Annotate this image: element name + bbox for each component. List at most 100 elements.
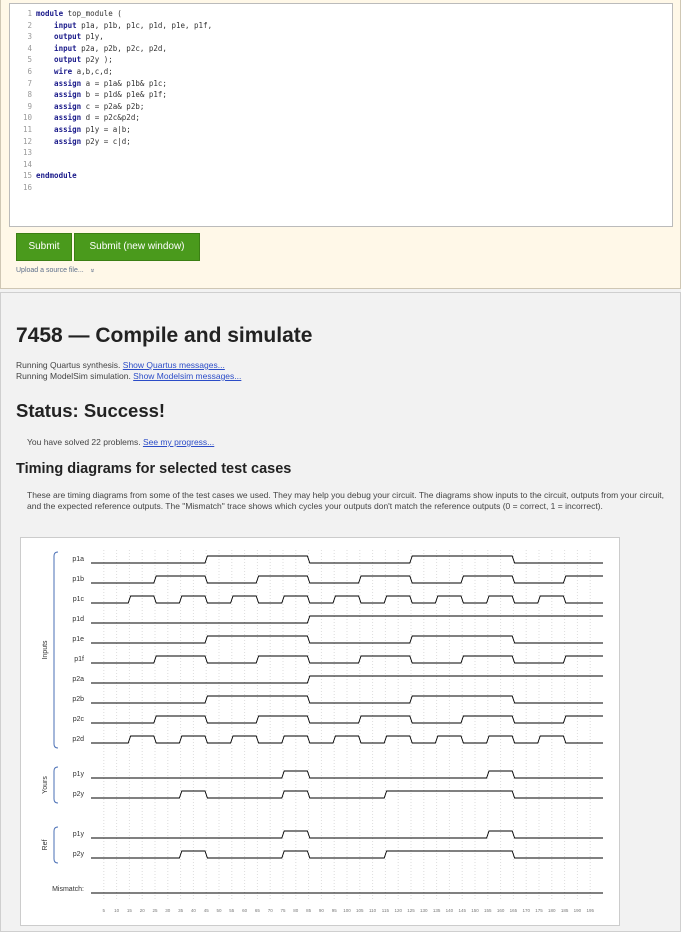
solved-line: You have solved 22 problems. See my prog… [27,437,214,447]
x-tick-label: 70 [268,908,274,913]
code-keyword: input [36,20,77,30]
trace-label: p2y [73,851,85,858]
group-label: Yours [42,776,49,794]
x-tick-label: 20 [140,908,146,913]
show-quartus-link[interactable]: Show Quartus messages... [123,360,225,370]
upload-source-link[interactable]: Upload a source file... » [16,267,96,274]
x-tick-label: 105 [356,908,364,913]
results-title: 7458 — Compile and simulate [16,324,313,347]
timing-diagram-svg: 5 10 15 20 25 30 35 40 45 50 55 60 65 70 75 80 85 90 95 100… [42,550,603,913]
x-tick-label: 195 [586,908,594,913]
code-keyword: endmodule [36,171,77,181]
x-tick-label: 25 [152,908,158,913]
line-number: 12 [22,136,32,146]
x-tick-label: 15 [127,908,133,913]
code-text: a = p1a& p1b& p1c; [81,78,167,88]
code-line: 10 assign d = p2c&p2d; [10,112,672,124]
code-text: p1y, [81,32,104,42]
group-label: Ref [42,840,49,851]
code-keyword: assign [36,90,82,100]
x-tick-label: 95 [332,908,338,913]
status-heading: Status: Success! [16,400,166,421]
code-line: 8 assign b = p1d& p1e& p1f; [10,89,672,101]
x-tick-label: 75 [280,908,286,913]
group-bracket [53,551,59,749]
code-keyword: wire [36,66,73,76]
x-tick-label: 110 [369,908,377,913]
code-line: 2 input p1a, p1b, p1c, p1d, p1e, p1f, [10,20,672,32]
x-tick-label: 135 [433,908,441,913]
line-number: 4 [27,43,32,53]
x-tick-label: 185 [561,908,569,913]
x-tick-label: 170 [522,908,530,913]
x-tick-label: 140 [446,908,454,913]
show-modelsim-link[interactable]: Show Modelsim messages... [133,371,241,381]
solved-text: You have solved 22 problems. [27,437,143,447]
code-keyword: output [36,32,82,42]
x-tick-label: 10 [114,908,120,913]
trace-label: p1c [73,596,85,603]
group-bracket [53,826,59,864]
line-number: 14 [22,159,32,169]
modelsim-line: Running ModelSim simulation. Show Models… [16,371,241,381]
x-tick-label: 80 [293,908,299,913]
x-tick-label: 65 [255,908,261,913]
trace-label: p2b [72,696,84,703]
upload-label: Upload a source file... [16,267,84,274]
timing-description: These are timing diagrams from some of t… [27,490,665,511]
code-keyword: assign [36,136,82,146]
x-tick-label: 30 [165,908,171,913]
quartus-text: Running Quartus synthesis. [16,360,123,370]
x-tick-label: 145 [458,908,466,913]
code-text: p1y = a|b; [81,124,131,134]
see-progress-link[interactable]: See my progress... [143,437,214,447]
code-text: p1a, p1b, p1c, p1d, p1e, p1f, [76,20,213,30]
line-number: 10 [22,113,32,123]
x-tick-label: 165 [510,908,518,913]
line-number: 16 [22,182,32,192]
group-label: Inputs [42,640,49,660]
x-tick-label: 55 [229,908,235,913]
submit-new-window-button[interactable]: Submit (new window) [74,233,200,261]
x-tick-label: 160 [497,908,505,913]
code-keyword: assign [36,101,82,111]
code-keyword: assign [36,113,82,123]
group-bracket [53,766,59,804]
x-tick-label: 125 [407,908,415,913]
timing-diagram: 5 10 15 20 25 30 35 40 45 50 55 60 65 70 75 80 85 90 95 100… [20,537,620,926]
chevron-down-icon: » [88,268,96,273]
trace-label: p1a [72,556,84,563]
quartus-line: Running Quartus synthesis. Show Quartus … [16,360,225,370]
code-text: b = p1d& p1e& p1f; [81,90,167,100]
x-tick-label: 5 [103,908,106,913]
line-number: 5 [27,55,32,65]
x-tick-label: 180 [548,908,556,913]
line-number: 2 [27,20,32,30]
trace-label: p2y [73,791,85,798]
x-tick-label: 45 [204,908,210,913]
code-line: 5 output p2y ); [10,54,672,66]
x-tick-label: 35 [178,908,184,913]
line-number: 1 [27,9,32,18]
code-text: d = p2c&p2d; [81,113,140,123]
x-tick-label: 90 [319,908,325,913]
x-tick-label: 115 [382,908,390,913]
code-line: 14 [10,159,672,171]
trace-label: p1d [72,616,84,623]
x-tick-label: 155 [484,908,492,913]
code-line: 15 endmodule [10,170,672,182]
code-line: 7 assign a = p1a& p1b& p1c; [10,78,672,90]
line-number: 7 [27,78,32,88]
line-number: 15 [22,171,32,181]
code-keyword: input [36,43,77,53]
code-editor[interactable]: 1 module top_module (2 input p1a, p1b, p1… [9,3,673,227]
submit-button[interactable]: Submit [16,233,72,261]
x-tick-label: 120 [394,908,402,913]
line-number: 3 [27,32,32,42]
x-tick-label: 60 [242,908,248,913]
x-tick-label: 40 [191,908,197,913]
line-number: 13 [22,148,32,158]
trace-label: p2c [73,716,85,723]
editor-panel: 1 module top_module (2 input p1a, p1b, p1… [0,0,681,289]
trace-label: p2d [72,736,84,743]
